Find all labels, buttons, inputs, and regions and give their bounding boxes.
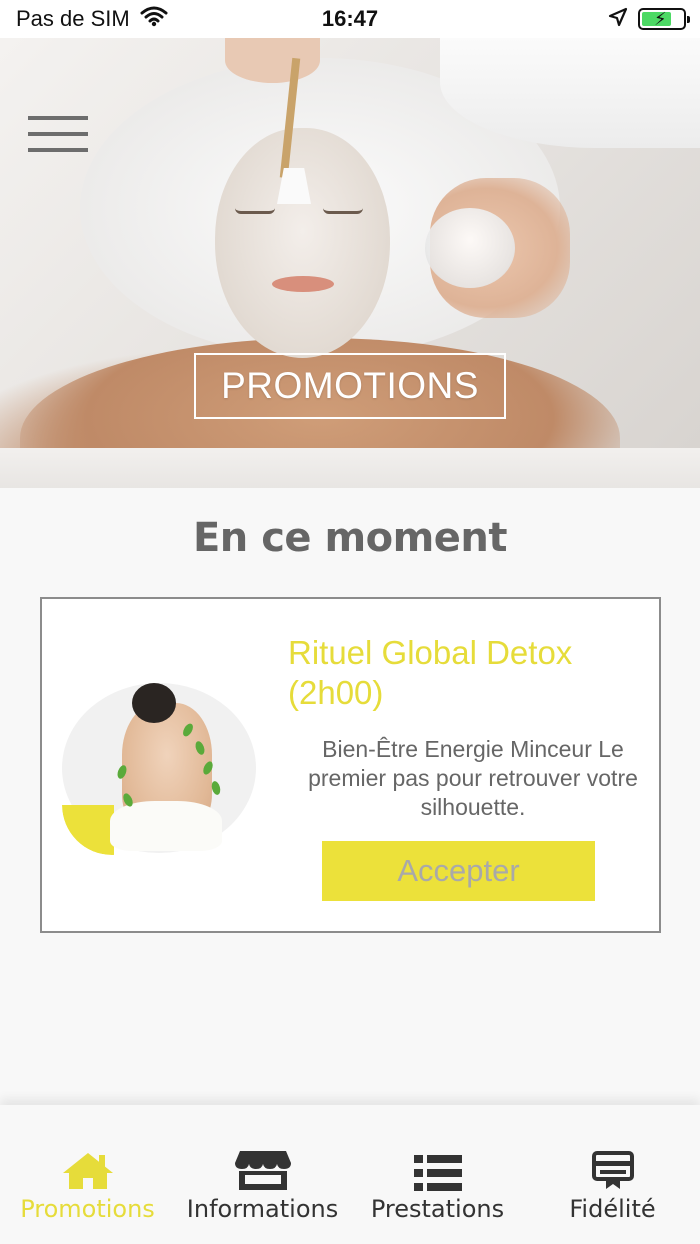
wifi-icon <box>140 5 168 33</box>
tab-label: Promotions <box>20 1195 155 1223</box>
promotion-title: Rituel Global Detox (2h00) <box>288 634 573 711</box>
hero-title: PROMOTIONS <box>194 353 506 419</box>
loyalty-card-icon <box>591 1145 634 1191</box>
tab-label: Prestations <box>370 1195 505 1223</box>
hamburger-menu-icon[interactable] <box>28 116 88 152</box>
battery-icon: ⚡ <box>638 8 690 30</box>
list-icon <box>413 1145 462 1191</box>
accept-button[interactable]: Accepter <box>322 841 595 901</box>
store-icon <box>234 1145 292 1191</box>
tab-fidelite[interactable]: Fidélité <box>525 1105 700 1244</box>
tab-label: Fidélité <box>569 1195 656 1223</box>
promotion-image <box>62 683 258 855</box>
bottom-tab-bar: Promotions Informations Prestations Fidé… <box>0 1105 700 1244</box>
tab-label: Informations <box>186 1195 339 1223</box>
section-title: En ce moment <box>192 515 508 561</box>
status-bar: Pas de SIM 16:47 ⚡ <box>0 0 700 38</box>
tab-informations[interactable]: Informations <box>175 1105 350 1244</box>
hero-face-image <box>215 128 390 358</box>
hero-banner <box>0 38 700 488</box>
home-icon <box>61 1145 115 1191</box>
tab-promotions[interactable]: Promotions <box>0 1105 175 1244</box>
status-left: Pas de SIM <box>16 5 168 33</box>
location-arrow-icon <box>608 7 628 32</box>
promotion-description: Bien-Être Energie Minceur Le premier pas… <box>308 736 638 820</box>
tab-prestations[interactable]: Prestations <box>350 1105 525 1244</box>
carrier-label: Pas de SIM <box>16 6 130 31</box>
status-right: ⚡ <box>608 7 690 32</box>
promotion-card: Rituel Global Detox (2h00) Bien-Être Ene… <box>40 597 661 933</box>
